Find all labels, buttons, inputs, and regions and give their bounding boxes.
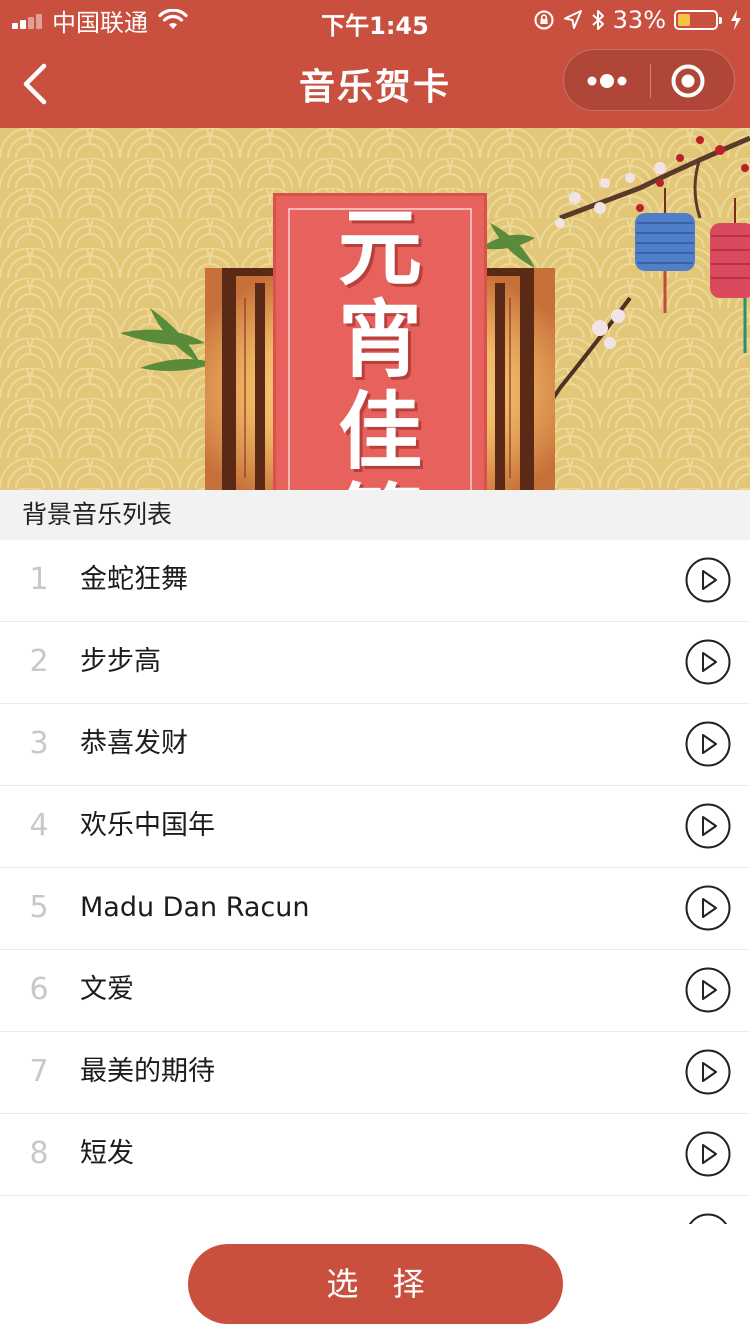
music-list-header: 背景音乐列表	[0, 490, 750, 540]
song-title: 恭喜发财	[80, 728, 188, 759]
song-index: 7	[29, 1054, 49, 1089]
song-title: 金蛇狂舞	[80, 564, 188, 595]
banner-title-plaque: 元 宵 佳 節	[276, 196, 484, 490]
song-title: 短发	[80, 1138, 134, 1169]
bluetooth-icon	[591, 10, 604, 30]
song-list-item[interactable]: 8 短发	[0, 1114, 750, 1196]
song-list-item[interactable]: 5 Madu Dan Racun	[0, 868, 750, 950]
song-index: 2	[29, 644, 49, 679]
location-icon	[563, 10, 582, 29]
music-card-screen: 中国联通 下午1:45 33% 音乐贺卡 元 宵 佳 背景音乐列表 1 金蛇狂舞…	[0, 0, 750, 1334]
song-list-item[interactable]: 6 文爱	[0, 950, 750, 1032]
play-icon[interactable]	[685, 557, 731, 603]
song-list-item[interactable]: 1 金蛇狂舞	[0, 540, 750, 622]
music-list: 1 金蛇狂舞 2 步步高 3 恭喜发财 4 欢乐中国年 5 Madu Dan Racun 6 文爱 7 最…	[0, 540, 750, 1224]
song-list-item[interactable]	[0, 1196, 750, 1224]
banner-title-char-4: 節	[276, 478, 484, 491]
song-title: Madu Dan Racun	[80, 892, 310, 923]
song-index: 4	[29, 808, 49, 843]
song-index: 8	[29, 1136, 49, 1171]
song-index: 6	[29, 972, 49, 1007]
play-icon[interactable]	[685, 1131, 731, 1177]
song-title: 步步高	[80, 646, 161, 677]
song-index: 3	[29, 726, 49, 761]
status-right: 33%	[525, 6, 742, 34]
play-icon[interactable]	[685, 1213, 731, 1224]
bottom-bar: 选 择	[0, 1224, 750, 1334]
play-icon[interactable]	[685, 1049, 731, 1095]
song-title: 最美的期待	[80, 1056, 215, 1087]
target-close-icon[interactable]	[670, 63, 706, 99]
banner-title-char-2: 宵	[337, 290, 422, 389]
capsule-divider	[650, 64, 651, 98]
more-dots-icon[interactable]	[582, 64, 632, 98]
play-icon[interactable]	[685, 639, 731, 685]
menu-capsule	[563, 49, 735, 111]
navigation-bar: 音乐贺卡	[0, 40, 750, 128]
play-icon[interactable]	[685, 967, 731, 1013]
song-list-item[interactable]: 2 步步高	[0, 622, 750, 704]
rotation-lock-icon	[534, 10, 554, 30]
play-icon[interactable]	[685, 885, 731, 931]
song-list-item[interactable]: 7 最美的期待	[0, 1032, 750, 1114]
banner-title-char-1: 元	[337, 198, 422, 297]
select-button[interactable]: 选 择	[188, 1244, 563, 1324]
battery-percent: 33%	[612, 6, 666, 34]
banner-image: 元 宵 佳 節	[0, 128, 750, 490]
song-index: 1	[29, 562, 49, 597]
banner-title-char-3: 佳	[337, 382, 422, 481]
status-bar: 中国联通 下午1:45 33%	[0, 0, 750, 40]
play-icon[interactable]	[685, 721, 731, 767]
play-icon[interactable]	[685, 803, 731, 849]
song-list-item[interactable]: 3 恭喜发财	[0, 704, 750, 786]
song-title: 欢乐中国年	[80, 810, 215, 841]
song-list-item[interactable]: 4 欢乐中国年	[0, 786, 750, 868]
song-index	[0, 1196, 78, 1224]
battery-icon	[674, 10, 722, 30]
song-title: 文爱	[80, 974, 134, 1005]
charging-icon	[731, 10, 741, 30]
banner-title: 元 宵 佳 節	[276, 198, 484, 491]
song-index: 5	[29, 890, 49, 925]
